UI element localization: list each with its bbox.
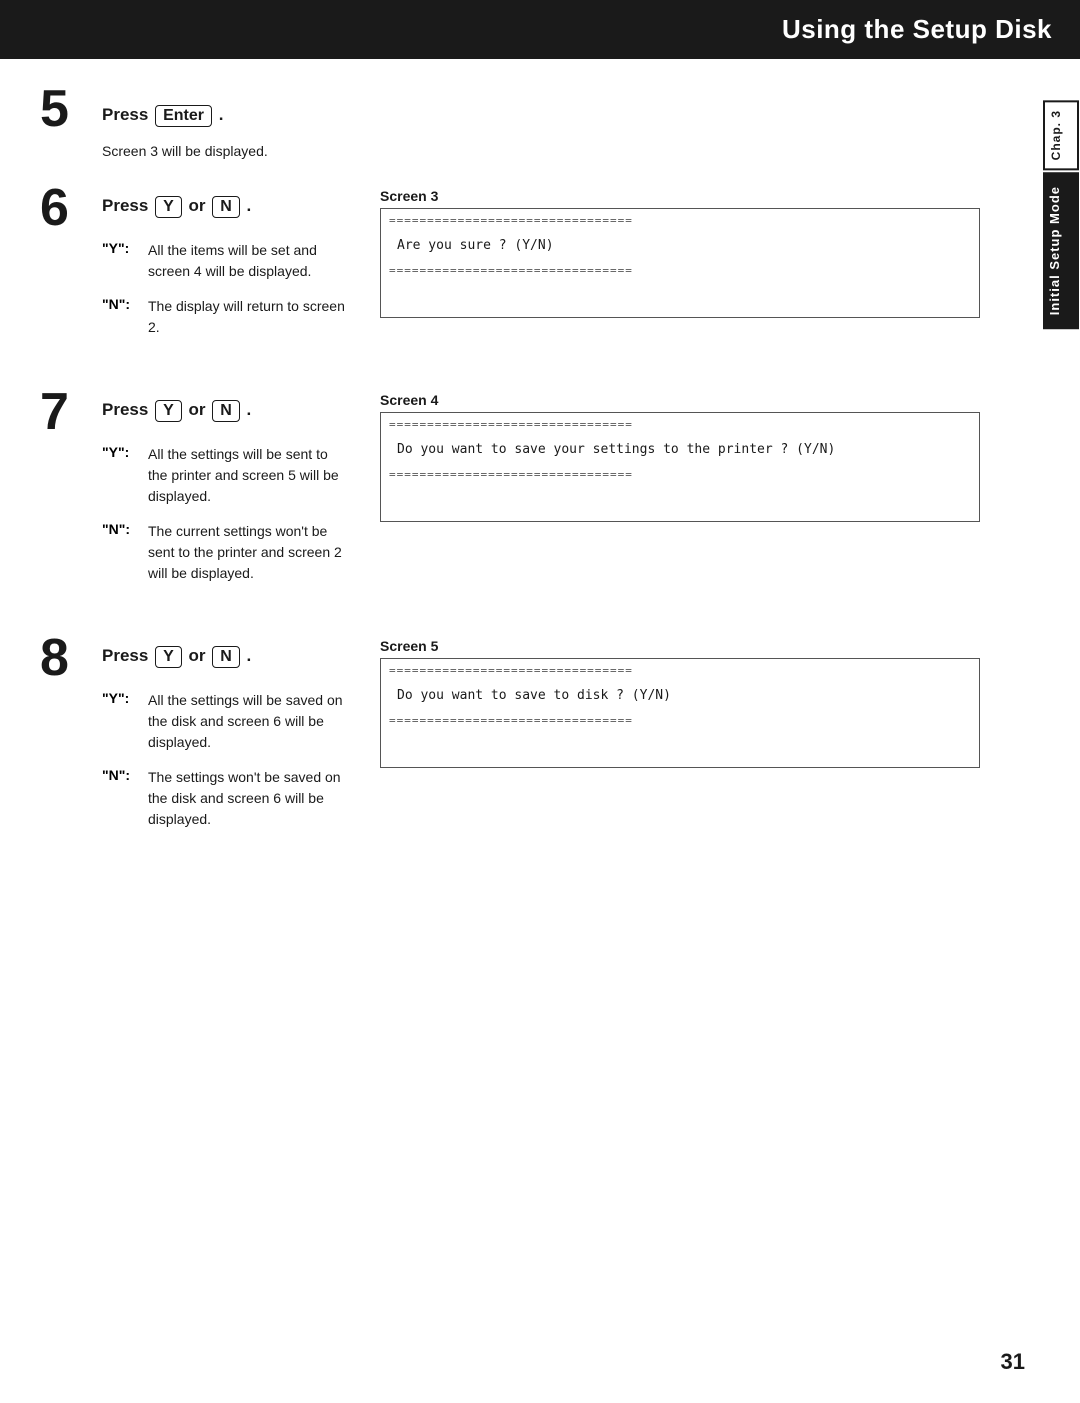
step7-option-y-text: All the settings will be sent to the pri… [148, 444, 350, 507]
step5-number: 5 [40, 83, 94, 135]
step8-option-n: "N": The settings won't be saved on the … [102, 767, 350, 830]
step8-option-n-text: The settings won't be saved on the disk … [148, 767, 350, 830]
step6-right: Screen 3 ===============================… [380, 188, 980, 322]
step7-prefix: Press [102, 400, 148, 419]
step6-section: 6 Press Y or N . "Y": All the items will… [40, 188, 980, 362]
step7-or: or [188, 400, 205, 419]
step8-row: 8 Press Y or N . [40, 638, 350, 684]
step7-options: "Y": All the settings will be sent to th… [102, 444, 350, 584]
screen3-container: Screen 3 ===============================… [380, 188, 980, 318]
step5-suffix: . [219, 105, 224, 124]
screen3-box: ================================ Are you… [380, 208, 980, 318]
main-content: 5 Press Enter . Screen 3 will be display… [0, 59, 1040, 924]
step6-or: or [188, 196, 205, 215]
screen4-container: Screen 4 ===============================… [380, 392, 980, 522]
screen5-label: Screen 5 [380, 638, 980, 654]
step8-key-y: Y [155, 646, 182, 668]
chapter-label: Chap. 3 [1043, 100, 1079, 170]
step8-prefix: Press [102, 646, 148, 665]
step7-option-y: "Y": All the settings will be sent to th… [102, 444, 350, 507]
step8-section: 8 Press Y or N . "Y": All the settings w… [40, 638, 980, 854]
step6-left: 6 Press Y or N . "Y": All the items will… [40, 188, 350, 362]
mode-label: Initial Setup Mode [1043, 172, 1079, 329]
step6-option-y-label: "Y": [102, 240, 148, 256]
header-title: Using the Setup Disk [782, 14, 1052, 44]
step7-key-y: Y [155, 400, 182, 422]
step7-option-n-label: "N": [102, 521, 148, 537]
step6-instruction: Press Y or N . [102, 188, 251, 218]
step5-detail: Screen 3 will be displayed. [102, 141, 980, 162]
screen5-dashes-bottom: ================================ [381, 713, 979, 732]
screen3-dashes-bottom: ================================ [381, 263, 979, 282]
screen5-dashes-top: ================================ [381, 659, 979, 678]
step5-key-enter: Enter [155, 105, 212, 127]
step7-section: 7 Press Y or N . "Y": All the settings w… [40, 392, 980, 608]
screen3-text: Are you sure ? (Y/N) [381, 228, 979, 263]
step7-left: 7 Press Y or N . "Y": All the settings w… [40, 392, 350, 608]
step6-prefix: Press [102, 196, 148, 215]
screen4-dashes-top: ================================ [381, 413, 979, 432]
step5-prefix: Press [102, 105, 148, 124]
step6-number: 6 [40, 182, 94, 234]
step8-option-y: "Y": All the settings will be saved on t… [102, 690, 350, 753]
step7-instruction: Press Y or N . [102, 392, 251, 422]
step7-row: 7 Press Y or N . [40, 392, 350, 438]
step6-key-y: Y [155, 196, 182, 218]
step8-key-n: N [212, 646, 240, 668]
screen4-dashes-bottom: ================================ [381, 467, 979, 486]
step8-option-y-text: All the settings will be saved on the di… [148, 690, 350, 753]
step7-key-n: N [212, 400, 240, 422]
step8-option-n-label: "N": [102, 767, 148, 783]
screen5-text: Do you want to save to disk ? (Y/N) [381, 678, 979, 713]
screen4-box: ================================ Do you … [380, 412, 980, 522]
step5-instruction: Press Enter . [102, 97, 223, 127]
page-number: 31 [1001, 1349, 1025, 1375]
screen4-label: Screen 4 [380, 392, 980, 408]
step6-options: "Y": All the items will be set and scree… [102, 240, 350, 338]
side-tab: Chap. 3 Initial Setup Mode [1042, 100, 1080, 330]
screen5-box: ================================ Do you … [380, 658, 980, 768]
step8-or: or [188, 646, 205, 665]
step8-number: 8 [40, 632, 94, 684]
step6-row: 6 Press Y or N . [40, 188, 350, 234]
step6-option-y-text: All the items will be set and screen 4 w… [148, 240, 350, 282]
step8-option-y-label: "Y": [102, 690, 148, 706]
step8-options: "Y": All the settings will be saved on t… [102, 690, 350, 830]
step6-suffix: . [247, 196, 252, 215]
step7-right: Screen 4 ===============================… [380, 392, 980, 526]
step7-suffix: . [247, 400, 252, 419]
step7-number: 7 [40, 386, 94, 438]
step7-option-y-label: "Y": [102, 444, 148, 460]
step6-key-n: N [212, 196, 240, 218]
step6-option-n-label: "N": [102, 296, 148, 312]
screen3-dashes-top: ================================ [381, 209, 979, 228]
step5-row: 5 Press Enter . [40, 89, 980, 135]
step8-right: Screen 5 ===============================… [380, 638, 980, 772]
step8-left: 8 Press Y or N . "Y": All the settings w… [40, 638, 350, 854]
step6-option-n: "N": The display will return to screen 2… [102, 296, 350, 338]
step8-instruction: Press Y or N . [102, 638, 251, 668]
step7-option-n-text: The current settings won't be sent to th… [148, 521, 350, 584]
screen3-label: Screen 3 [380, 188, 980, 204]
step7-option-n: "N": The current settings won't be sent … [102, 521, 350, 584]
screen4-text: Do you want to save your settings to the… [381, 432, 979, 467]
step6-option-y: "Y": All the items will be set and scree… [102, 240, 350, 282]
screen5-container: Screen 5 ===============================… [380, 638, 980, 768]
step6-option-n-text: The display will return to screen 2. [148, 296, 350, 338]
page-header: Using the Setup Disk [0, 0, 1080, 59]
step8-suffix: . [247, 646, 252, 665]
